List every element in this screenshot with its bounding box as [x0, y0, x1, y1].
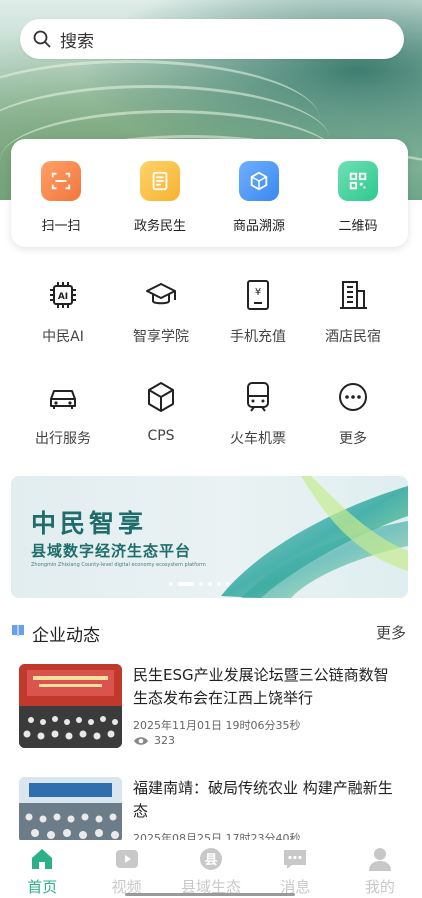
news-more-link[interactable]: 更多 — [376, 622, 406, 643]
search-bar[interactable]: 搜索 — [20, 19, 404, 59]
news-title: 福建南靖：破局传统农业 构建产融新生态 — [133, 779, 393, 820]
promo-banner[interactable]: 中民智享 县域数字经济生态平台 Zhongmin Zhixiang County… — [11, 476, 408, 598]
quick-action-label: 扫一扫 — [41, 219, 81, 234]
quick-action-government[interactable]: 政务民生 — [115, 161, 205, 234]
document-icon — [140, 161, 180, 201]
quick-actions-card: 扫一扫 政务民生 商品溯源 二维码 — [11, 139, 408, 247]
service-label: 手机充值 — [230, 329, 286, 345]
pagination-dot-active[interactable] — [178, 582, 194, 586]
pagination-dot[interactable] — [226, 582, 230, 586]
svg-text:AI: AI — [58, 292, 68, 302]
service-academy[interactable]: 智享学院 — [114, 278, 208, 346]
service-recharge[interactable]: ¥ 手机充值 — [211, 278, 305, 346]
home-icon — [32, 849, 53, 869]
news-views: 323 — [133, 734, 175, 747]
service-cps[interactable]: CPS — [114, 380, 208, 444]
cps-cube-icon — [148, 382, 174, 412]
news-item[interactable]: 民生ESG产业发展论坛暨三公链商数智生态发布会在江西上饶举行 2025年11月0… — [19, 664, 409, 752]
news-section-header: 企业动态 更多 — [11, 620, 408, 646]
pagination-dot[interactable] — [169, 582, 173, 586]
service-label: 中民AI — [42, 329, 84, 345]
banner-english-caption: Zhongmin Zhixiang County-level digital e… — [31, 562, 206, 568]
phone-recharge-icon: ¥ — [247, 280, 269, 310]
news-section-title: 企业动态 — [32, 626, 100, 646]
service-label: 火车机票 — [230, 431, 286, 447]
news-view-count: 323 — [154, 734, 175, 747]
bottom-tab-bar: 首页 视频 县 县域生态 消息 我的 — [0, 840, 422, 898]
service-more[interactable]: 更多 — [306, 380, 400, 448]
service-label: 出行服务 — [35, 431, 91, 447]
news-thumbnail — [19, 777, 122, 843]
service-label: 酒店民宿 — [325, 329, 381, 345]
quick-action-scan[interactable]: 扫一扫 — [16, 161, 106, 234]
quick-action-label: 二维码 — [338, 219, 378, 234]
pagination-dot[interactable] — [217, 582, 221, 586]
tab-video[interactable]: 视频 — [84, 840, 168, 898]
svg-text:¥: ¥ — [255, 287, 261, 298]
more-dots-icon — [339, 383, 367, 411]
svg-text:县: 县 — [205, 853, 218, 868]
search-placeholder: 搜索 — [60, 31, 94, 52]
qrcode-icon — [338, 161, 378, 201]
tab-label: 我的 — [364, 878, 395, 896]
quick-action-qrcode[interactable]: 二维码 — [313, 161, 403, 234]
tab-home[interactable]: 首页 — [0, 840, 84, 898]
service-hotel[interactable]: 酒店民宿 — [306, 278, 400, 346]
service-label: CPS — [147, 428, 175, 444]
profile-icon — [368, 848, 391, 871]
tab-county[interactable]: 县 县域生态 — [169, 840, 253, 898]
service-label: 更多 — [339, 431, 367, 447]
trace-cube-icon — [239, 161, 279, 201]
news-title: 民生ESG产业发展论坛暨三公链商数智生态发布会在江西上饶举行 — [133, 666, 389, 707]
service-train[interactable]: 火车机票 — [211, 380, 305, 448]
home-indicator — [125, 893, 295, 896]
quick-action-label: 商品溯源 — [232, 219, 285, 234]
news-date: 2025年11月01日 19时06分35秒 — [133, 719, 301, 732]
scan-icon — [41, 161, 81, 201]
hotel-building-icon — [340, 281, 367, 309]
train-icon — [247, 382, 269, 412]
search-icon — [32, 29, 52, 49]
message-icon — [284, 850, 307, 869]
service-ai[interactable]: AI 中民AI — [16, 278, 110, 346]
car-icon — [50, 390, 76, 409]
quick-action-label: 政务民生 — [133, 219, 186, 234]
news-item[interactable]: 福建南靖：破局传统农业 构建产融新生态 2025年08月25日 17时23分40… — [19, 777, 409, 845]
graduation-cap-icon — [146, 283, 176, 305]
quick-action-trace[interactable]: 商品溯源 — [214, 161, 304, 234]
banner-title: 中民智享 — [31, 509, 148, 538]
news-thumbnail — [19, 664, 122, 748]
video-icon — [115, 850, 138, 868]
tab-messages[interactable]: 消息 — [253, 840, 337, 898]
tab-profile[interactable]: 我的 — [338, 840, 422, 898]
county-icon: 县 — [200, 848, 223, 870]
banner-pagination — [169, 582, 230, 586]
eye-icon — [134, 736, 148, 745]
pagination-dot[interactable] — [199, 582, 203, 586]
banner-subtitle: 县域数字经济生态平台 — [31, 542, 192, 560]
book-icon — [12, 625, 24, 636]
pagination-dot[interactable] — [208, 582, 212, 586]
service-travel[interactable]: 出行服务 — [16, 380, 110, 448]
service-label: 智享学院 — [133, 329, 189, 345]
ai-chip-icon: AI — [50, 282, 76, 308]
tab-label: 首页 — [27, 878, 58, 896]
